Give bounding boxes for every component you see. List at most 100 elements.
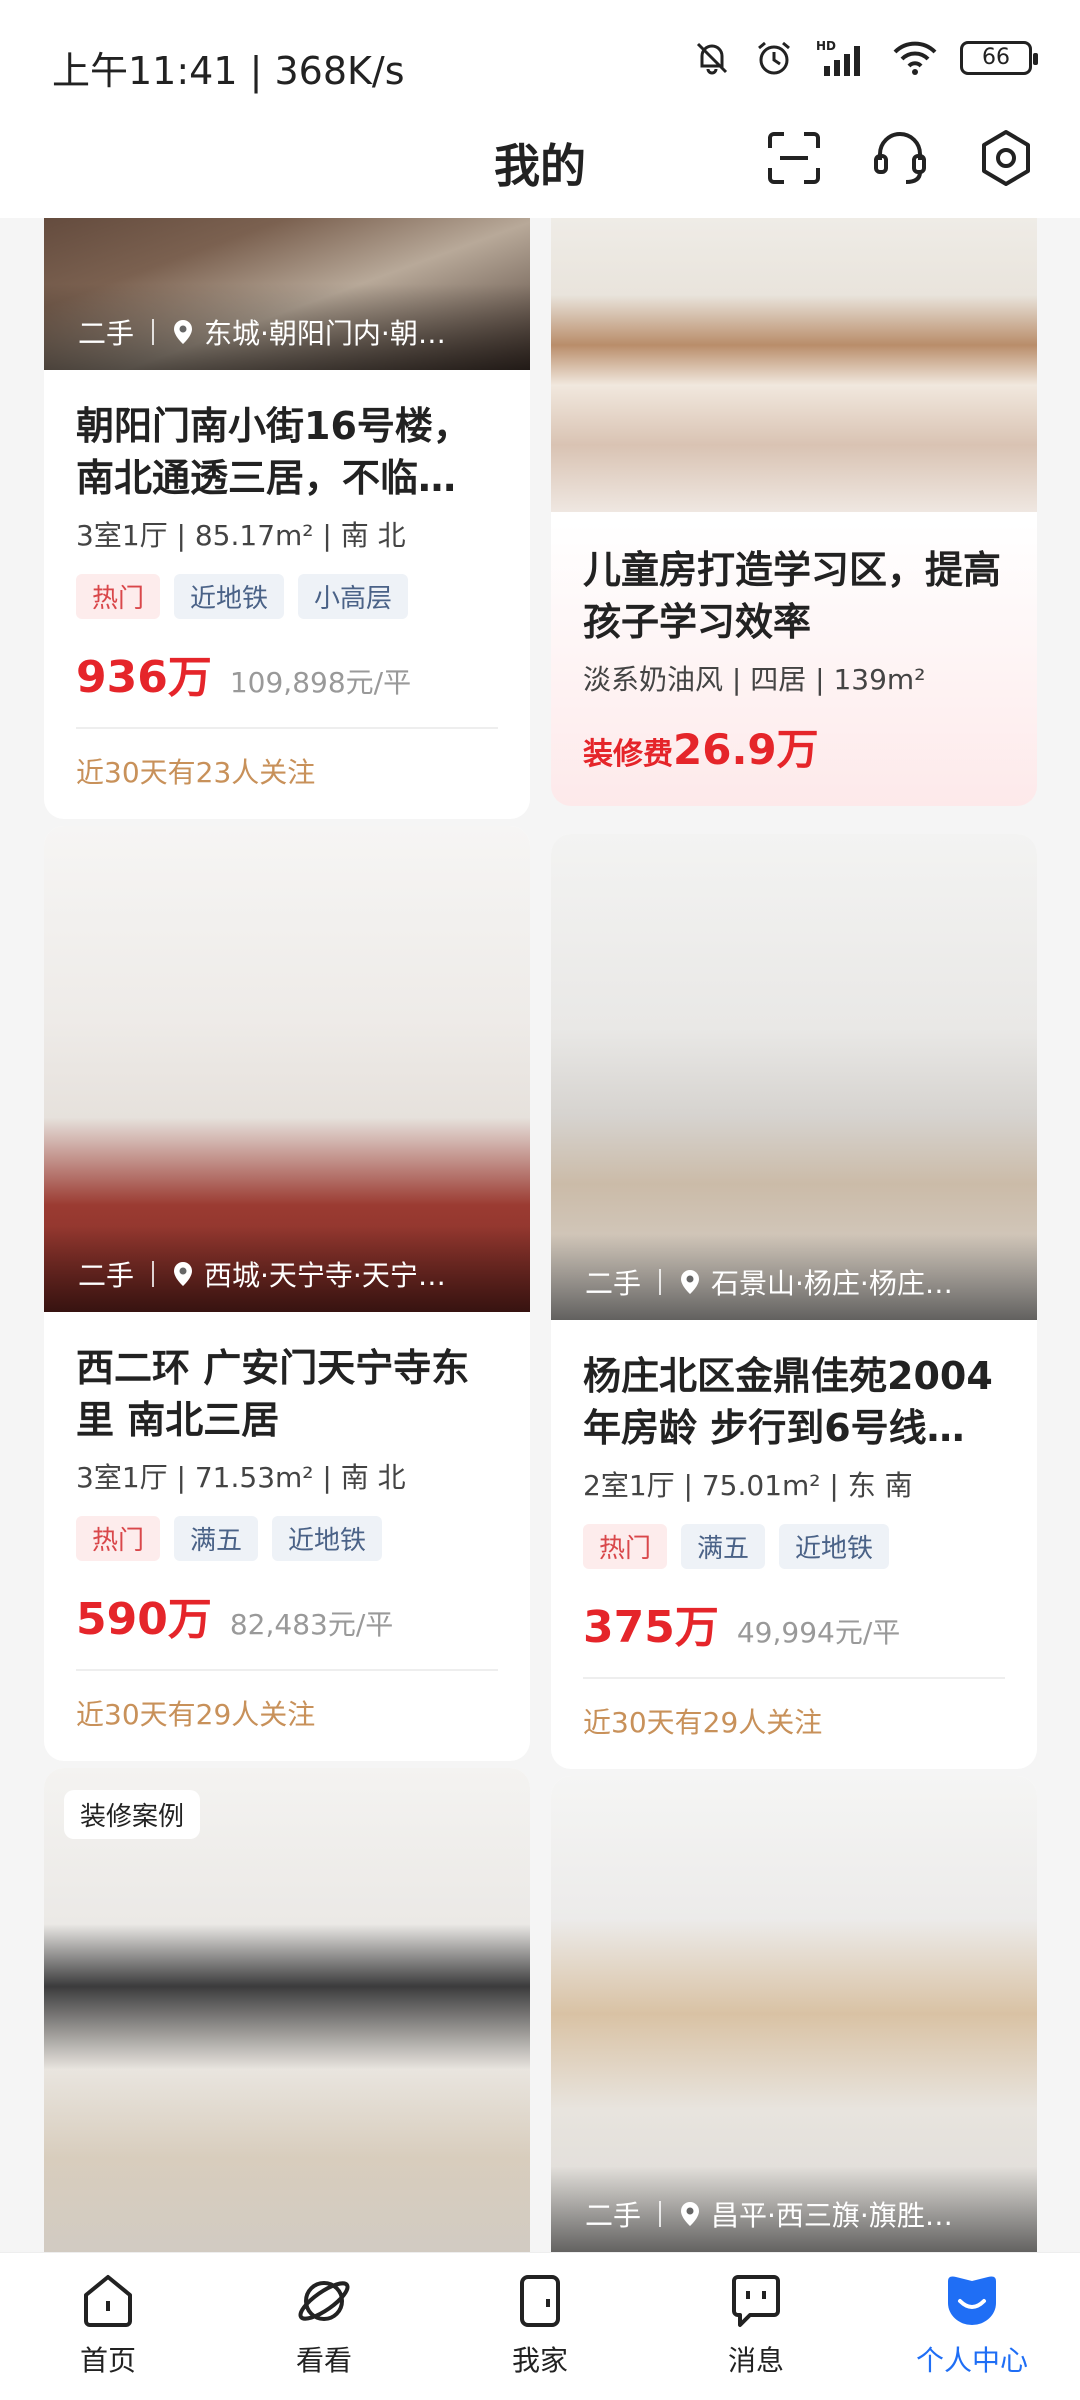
tag: 近地铁 — [174, 574, 285, 619]
location-pin-icon — [174, 1262, 193, 1286]
case-photo: 装修案例 — [44, 1768, 530, 2252]
hd-signal-icon: HD — [816, 39, 860, 76]
follow-count: 近30天有29人关注 — [76, 1698, 316, 1731]
tag-hot: 热门 — [583, 1524, 668, 1569]
listing-caption: 二手 东城·朝阳门内·朝… — [78, 312, 508, 352]
tag-hot: 热门 — [76, 574, 161, 619]
listing-card[interactable]: 二手 东城·朝阳门内·朝… 朝阳门南小街16号楼，南北通透三居，不临… 3室1厅… — [44, 218, 530, 819]
listing-location: 西城·天宁寺·天宁… — [204, 1259, 446, 1292]
listing-photo: 二手 昌平·西三旗·旗胜… — [551, 1776, 1037, 2252]
svg-text:HD: HD — [816, 39, 836, 53]
follow-count: 近30天有23人关注 — [76, 756, 316, 789]
tag: 近地铁 — [272, 1516, 383, 1561]
case-meta: 淡系奶油风 | 四居 | 139m² — [583, 663, 926, 696]
scan-icon — [768, 132, 820, 184]
nav-messages[interactable]: 消息 — [648, 2253, 864, 2400]
my-home-icon — [520, 2275, 560, 2327]
battery-icon: 66 — [960, 41, 1038, 75]
profile-icon — [948, 2276, 996, 2325]
listing-meta: 2室1厅 | 75.01m² | 东 南 — [583, 1469, 913, 1502]
recommendation-feed[interactable]: 二手 东城·朝阳门内·朝… 朝阳门南小街16号楼，南北通透三居，不临… 3室1厅… — [0, 218, 1080, 2252]
listing-type: 二手 — [585, 2199, 642, 2232]
listing-location: 昌平·西三旗·旗胜… — [711, 2199, 953, 2232]
tag: 近地铁 — [779, 1524, 890, 1569]
fee-value: 26.9万 — [673, 725, 819, 774]
header: 我的 — [0, 120, 1080, 218]
case-tag: 装修案例 — [64, 1790, 201, 1839]
total-price: 375万 — [583, 1602, 719, 1653]
status-bar: 上午11:41 | 368K/s HD 66 — [0, 0, 1080, 120]
tag: 满五 — [174, 1516, 259, 1561]
tag-hot: 热门 — [76, 1516, 161, 1561]
status-time: 上午11:41 | 368K/s — [52, 49, 405, 93]
listing-caption: 二手 西城·天宁寺·天宁… — [78, 1254, 508, 1294]
bottom-nav: 首页 看看 我家 消息 个人中心 — [0, 2252, 1080, 2400]
nav-profile[interactable]: 个人中心 — [864, 2253, 1080, 2400]
nav-explore[interactable]: 看看 — [216, 2253, 432, 2400]
message-icon — [732, 2275, 780, 2327]
location-pin-icon — [681, 1270, 700, 1294]
listing-tags: 热门 近地铁 小高层 — [76, 574, 498, 619]
planet-icon — [298, 2281, 350, 2321]
listing-meta: 3室1厅 | 85.17m² | 南 北 — [76, 519, 406, 552]
wifi-icon — [893, 41, 937, 75]
listing-tags: 热门 满五 近地铁 — [76, 1516, 498, 1561]
listing-location: 石景山·杨庄·杨庄… — [711, 1267, 953, 1300]
price-row: 936万 109,898元/平 — [76, 641, 498, 705]
listing-card[interactable]: 二手 昌平·西三旗·旗胜… — [551, 1776, 1037, 2252]
listing-type: 二手 — [585, 1267, 642, 1300]
listing-photo: 二手 东城·朝阳门内·朝… — [44, 218, 530, 370]
divider — [76, 727, 498, 729]
location-pin-icon — [681, 2202, 700, 2226]
listing-type: 二手 — [78, 1259, 135, 1292]
tag: 小高层 — [298, 574, 409, 619]
customer-service-button[interactable] — [864, 122, 936, 194]
customer-service-icon — [874, 132, 926, 184]
follow-count: 近30天有29人关注 — [583, 1706, 823, 1739]
settings-icon — [982, 130, 1030, 186]
case-title: 儿童房打造学习区，提高孩子学习效率 — [583, 548, 1002, 644]
listing-title: 西二环 广安门天宁寺东里 南北三居 — [76, 1346, 470, 1442]
case-photo — [551, 218, 1037, 512]
renovation-case-card[interactable]: 装修案例 — [44, 1768, 530, 2252]
status-icons: HD 66 — [692, 38, 1038, 78]
scan-button[interactable] — [758, 122, 830, 194]
listing-type: 二手 — [78, 317, 135, 350]
unit-price: 49,994元/平 — [736, 1616, 901, 1649]
settings-button[interactable] — [970, 122, 1042, 194]
nav-home[interactable]: 首页 — [0, 2253, 216, 2400]
listing-card[interactable]: 二手 石景山·杨庄·杨庄… 杨庄北区金鼎佳苑2004年房龄 步行到6号线… 2室… — [551, 834, 1037, 1769]
listing-tags: 热门 满五 近地铁 — [583, 1524, 1005, 1569]
renovation-fee: 装修费26.9万 — [583, 716, 1005, 777]
price-row: 375万 49,994元/平 — [583, 1591, 1005, 1655]
nav-label: 首页 — [79, 2344, 136, 2377]
listing-photo: 二手 西城·天宁寺·天宁… — [44, 826, 530, 1312]
nav-label: 消息 — [727, 2344, 784, 2377]
divider — [76, 1669, 498, 1671]
nav-my-home[interactable]: 我家 — [432, 2253, 648, 2400]
listing-photo: 二手 石景山·杨庄·杨庄… — [551, 834, 1037, 1320]
listing-caption: 二手 昌平·西三旗·旗胜… — [585, 2194, 1015, 2234]
listing-meta: 3室1厅 | 71.53m² | 南 北 — [76, 1461, 406, 1494]
mute-bell-icon — [696, 42, 728, 75]
divider — [583, 1677, 1005, 1679]
nav-label: 个人中心 — [915, 2344, 1028, 2377]
listing-title: 杨庄北区金鼎佳苑2004年房龄 步行到6号线… — [583, 1354, 993, 1450]
listing-caption: 二手 石景山·杨庄·杨庄… — [585, 1262, 1015, 1302]
location-pin-icon — [174, 320, 193, 344]
tag: 满五 — [681, 1524, 766, 1569]
unit-price: 82,483元/平 — [229, 1608, 394, 1641]
renovation-case-card[interactable]: 儿童房打造学习区，提高孩子学习效率 淡系奶油风 | 四居 | 139m² 装修费… — [551, 218, 1037, 806]
fee-label: 装修费 — [583, 737, 673, 772]
alarm-icon — [758, 41, 790, 75]
home-icon — [84, 2275, 132, 2327]
unit-price: 109,898元/平 — [229, 666, 412, 699]
total-price: 936万 — [76, 652, 212, 703]
listing-card[interactable]: 二手 西城·天宁寺·天宁… 西二环 广安门天宁寺东里 南北三居 3室1厅 | 7… — [44, 826, 530, 1761]
listing-title: 朝阳门南小街16号楼，南北通透三居，不临… — [76, 404, 471, 500]
price-row: 590万 82,483元/平 — [76, 1583, 498, 1647]
total-price: 590万 — [76, 1594, 212, 1645]
nav-label: 看看 — [295, 2344, 352, 2377]
listing-location: 东城·朝阳门内·朝… — [204, 317, 446, 350]
nav-label: 我家 — [511, 2344, 568, 2377]
